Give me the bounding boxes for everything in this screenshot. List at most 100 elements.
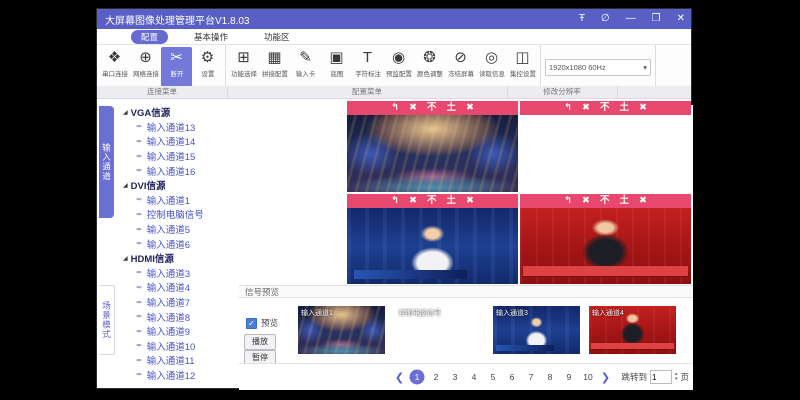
- text-annotation-button[interactable]: T 字符标注: [352, 47, 383, 87]
- minimize-icon[interactable]: —: [626, 9, 636, 29]
- gear-icon: ⚙: [201, 47, 214, 69]
- play-button[interactable]: 播放: [244, 334, 276, 350]
- link-pin-icon: ✒: [136, 341, 143, 350]
- close-x-icon[interactable]: ✖: [409, 101, 417, 115]
- tree-item[interactable]: ✒输入通道6: [136, 236, 239, 251]
- close-x-icon[interactable]: ✖: [582, 101, 590, 115]
- tree-group-vga[interactable]: ◢ VGA信源: [123, 105, 239, 120]
- page-8[interactable]: 8: [540, 372, 559, 382]
- glyph-bu[interactable]: 不: [427, 101, 437, 115]
- tree-group-hdmi[interactable]: ◢ HDMI信源: [123, 251, 239, 266]
- page-4[interactable]: 4: [464, 372, 483, 382]
- page-3[interactable]: 3: [445, 372, 464, 382]
- glyph-tu[interactable]: 土: [446, 194, 456, 208]
- page-6[interactable]: 6: [502, 372, 521, 382]
- freeze-screen-button[interactable]: ⊘ 冻结屏幕: [445, 47, 476, 87]
- preview-checkbox-label: 预览: [261, 317, 278, 329]
- close-x-icon[interactable]: ✖: [582, 194, 590, 208]
- link-pin-icon: ✒: [136, 268, 143, 277]
- page-7[interactable]: 7: [521, 372, 540, 382]
- tab-function-zone[interactable]: 功能区: [254, 30, 300, 44]
- disconnect-button[interactable]: ✂ 断开: [161, 47, 192, 87]
- close-icon[interactable]: ✕: [677, 9, 685, 29]
- glyph-tu[interactable]: 土: [446, 101, 456, 115]
- tree-item[interactable]: ✒输入通道7: [136, 295, 239, 310]
- glyph-bu[interactable]: 不: [427, 194, 437, 208]
- thumbnail-input-channel-3[interactable]: 输入通道3: [493, 306, 580, 354]
- color-adjust-button[interactable]: ❂ 颜色调整: [414, 47, 445, 87]
- close-x-icon[interactable]: ✖: [409, 194, 417, 208]
- video-window-3[interactable]: ↰ ✖ 不 土 ✖: [347, 194, 518, 285]
- glyph-tu[interactable]: 土: [619, 194, 629, 208]
- tree-item[interactable]: ✒输入通道13: [136, 120, 239, 135]
- pin-icon[interactable]: Ŧ: [579, 9, 585, 29]
- tree-group-dvi[interactable]: ◢ DVI信源: [123, 178, 239, 193]
- link-pin-icon: ✒: [136, 327, 143, 336]
- tree-item[interactable]: ✒输入通道12: [136, 368, 239, 383]
- skin-icon[interactable]: ∅: [601, 9, 610, 29]
- page-1[interactable]: 1: [407, 372, 426, 382]
- function-select-button[interactable]: ⊞ 功能选择: [228, 47, 259, 87]
- base-image-button[interactable]: ▣ 底图: [321, 47, 352, 87]
- sidebar-tab-input-channels[interactable]: 输入通道: [99, 106, 114, 218]
- glyph-tu[interactable]: 土: [619, 101, 629, 115]
- undo-arrow-icon[interactable]: ↰: [391, 101, 399, 115]
- undo-arrow-icon[interactable]: ↰: [564, 194, 572, 208]
- read-info-button[interactable]: ◎ 读取信息: [476, 47, 507, 87]
- network-connect-icon: ⊕: [139, 47, 152, 69]
- splice-config-button[interactable]: ▦ 拼接配置: [259, 47, 290, 87]
- input-card-button[interactable]: ✎ 输入卡: [290, 47, 321, 87]
- settings-button[interactable]: ⚙ 设置: [192, 47, 223, 87]
- undo-arrow-icon[interactable]: ↰: [391, 194, 399, 208]
- tree-item[interactable]: ✒输入通道5: [136, 222, 239, 237]
- close-x-icon[interactable]: ✖: [639, 101, 647, 115]
- toolbar-group-connection: ❖ 串口连接 ⊕ 网络连接 ✂ 断开 ⚙ 设置: [97, 45, 226, 87]
- page-5[interactable]: 5: [483, 372, 502, 382]
- signal-source-tree: ◢ VGA信源 ✒输入通道13 ✒输入通道14 ✒输入通道15 ✒输入通道16 …: [115, 105, 240, 387]
- tree-item[interactable]: ✒输入通道10: [136, 339, 239, 354]
- resolution-dropdown[interactable]: 1920x1080 60Hz ▾: [545, 59, 651, 76]
- thumbnail-control-pc-signal[interactable]: 控制电脑信号: [396, 306, 483, 354]
- video-window-4[interactable]: ↰ ✖ 不 土 ✖: [520, 194, 691, 285]
- close-x-icon[interactable]: ✖: [466, 194, 474, 208]
- jump-page-input[interactable]: [650, 370, 672, 384]
- close-x-icon[interactable]: ✖: [639, 194, 647, 208]
- video-window-2[interactable]: ↰ ✖ 不 土 ✖: [520, 101, 691, 192]
- page-9[interactable]: 9: [559, 372, 578, 382]
- page-10[interactable]: 10: [578, 372, 597, 382]
- tree-item[interactable]: ✒输入通道4: [136, 280, 239, 295]
- serial-connect-button[interactable]: ❖ 串口连接: [99, 47, 130, 87]
- undo-arrow-icon[interactable]: ↰: [564, 101, 572, 115]
- tab-basic-ops[interactable]: 基本操作: [184, 30, 238, 44]
- tree-item[interactable]: ✒输入通道11: [136, 353, 239, 368]
- titlebar[interactable]: 大屏幕图像处理管理平台V1.8.03 Ŧ ∅ — ❐ ✕: [97, 9, 691, 29]
- sidebar-tab-scene-mode[interactable]: 场景模式: [99, 285, 115, 355]
- preview-config-button[interactable]: ◉ 预监配置: [383, 47, 414, 87]
- prev-page-icon[interactable]: ❮: [391, 371, 407, 384]
- tree-item[interactable]: ✒控制电脑信号: [136, 207, 239, 222]
- jump-spinner[interactable]: ▴▾: [675, 370, 678, 384]
- glyph-bu[interactable]: 不: [600, 194, 610, 208]
- next-page-icon[interactable]: ❯: [597, 371, 613, 384]
- link-pin-icon: ✒: [136, 312, 143, 321]
- close-x-icon[interactable]: ✖: [466, 101, 474, 115]
- tree-item[interactable]: ✒输入通道8: [136, 309, 239, 324]
- tree-item[interactable]: ✒输入通道9: [136, 324, 239, 339]
- tree-item[interactable]: ✒输入通道15: [136, 149, 239, 164]
- central-control-button[interactable]: ◫ 集控设置: [507, 47, 538, 87]
- link-pin-icon: ✒: [136, 298, 143, 307]
- page-2[interactable]: 2: [426, 372, 445, 382]
- maximize-icon[interactable]: ❐: [652, 9, 661, 29]
- preview-checkbox[interactable]: ✓: [246, 318, 257, 329]
- tree-item[interactable]: ✒输入通道16: [136, 163, 239, 178]
- tree-item[interactable]: ✒输入通道3: [136, 266, 239, 281]
- thumbnail-input-channel-4[interactable]: 输入通道4: [589, 306, 676, 354]
- tree-item[interactable]: ✒输入通道14: [136, 134, 239, 149]
- thumbnail-input-channel-1[interactable]: 输入通道1: [298, 306, 385, 354]
- glyph-bu[interactable]: 不: [600, 101, 610, 115]
- video-window-1[interactable]: ↰ ✖ 不 土 ✖: [347, 101, 518, 192]
- tree-item[interactable]: ✒输入通道1: [136, 193, 239, 208]
- window-controls: Ŧ ∅ — ❐ ✕: [579, 9, 685, 29]
- tab-config[interactable]: 配置: [131, 30, 168, 44]
- network-connect-button[interactable]: ⊕ 网络连接: [130, 47, 161, 87]
